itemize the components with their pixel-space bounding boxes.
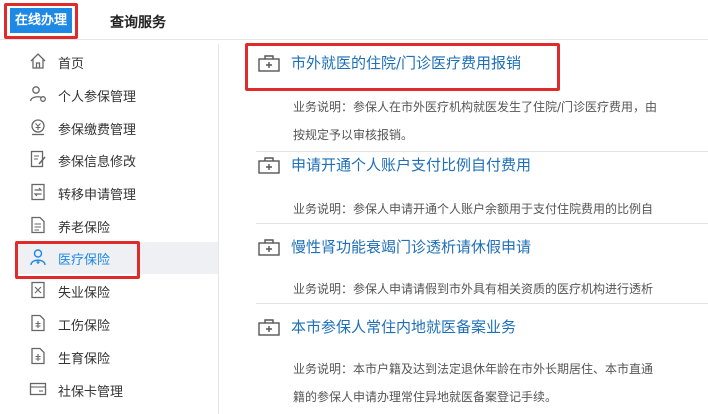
sidebar-item-transfer[interactable]: 转移申请管理 — [16, 177, 218, 209]
medical-kit-icon — [258, 319, 280, 336]
sidebar-item-label: 工伤保险 — [58, 319, 111, 334]
transfer-icon — [31, 183, 45, 201]
sidebar-item-info-edit[interactable]: 参保信息修改 — [16, 144, 218, 176]
payment-icon — [31, 119, 45, 136]
document-icon — [31, 216, 45, 234]
tab-query-service[interactable]: 查询服务 — [110, 12, 166, 32]
sidebar-item-label: 转移申请管理 — [58, 188, 137, 203]
card-icon — [29, 382, 47, 396]
service-description: 业务说明：本市户籍及达到法定退休年龄在市外长期居住、本市直通 — [293, 362, 654, 376]
medical-kit-icon — [258, 239, 280, 256]
service-description: 业务说明：参保人在市外医疗机构就医发生了住院/门诊医疗费用，由 — [293, 100, 658, 114]
sidebar-item-unemployment[interactable]: 失业保险 — [16, 275, 218, 307]
sidebar-item-label: 养老保险 — [58, 221, 111, 236]
sidebar-item-label: 参保缴费管理 — [58, 123, 137, 138]
sidebar-item-label: 参保信息修改 — [58, 155, 137, 170]
sidebar-item-personal-insurance[interactable]: 个人参保管理 — [16, 79, 218, 111]
edit-document-icon — [30, 150, 46, 168]
service-title[interactable]: 本市参保人常住内地就医备案业务 — [291, 316, 516, 337]
sidebar: 首页 个人参保管理 参保缴费管理 参保信息修改 转移申请管理 养老保险 医疗保险… — [16, 44, 219, 414]
sidebar-item-home[interactable]: 首页 — [16, 46, 218, 78]
home-icon — [30, 53, 46, 69]
service-title[interactable]: 慢性肾功能衰竭门诊透析请休假申请 — [291, 236, 531, 257]
maternity-icon — [31, 347, 45, 365]
sidebar-item-social-card[interactable]: 社保卡管理 — [16, 374, 218, 406]
highlight-box-service — [245, 43, 560, 91]
sidebar-item-label: 首页 — [58, 57, 85, 72]
person-gear-icon — [29, 86, 46, 102]
service-description: 业务说明：参保人申请请假到市外具有相关资质的医疗机构进行透析 — [293, 282, 654, 296]
service-description: 业务说明：参保人申请开通个人账户余额用于支付住院费用的比例自 — [293, 202, 654, 216]
service-item: 本市参保人常住内地就医备案业务 业务说明：本市户籍及达到法定退休年龄在市外长期居… — [246, 304, 708, 414]
injury-icon — [31, 314, 45, 332]
sidebar-item-label: 生育保险 — [58, 352, 111, 367]
sidebar-item-label: 失业保险 — [58, 286, 111, 301]
service-title[interactable]: 申请开通个人账户支付比例自付费用 — [291, 154, 531, 175]
sidebar-item-pension[interactable]: 养老保险 — [16, 210, 218, 242]
highlight-box-tab — [4, 3, 78, 39]
top-tab-bar: 在线办理 查询服务 — [0, 0, 708, 40]
sidebar-item-payment[interactable]: 参保缴费管理 — [16, 112, 218, 144]
service-description: 籍的参保人申请办理常住异地就医备案登记手续。 — [293, 390, 558, 404]
sidebar-item-work-injury[interactable]: 工伤保险 — [16, 308, 218, 340]
unemployment-icon — [31, 281, 45, 299]
highlight-box-medical — [15, 241, 140, 279]
service-list: 市外就医的住院/门诊医疗费用报销 业务说明：参保人在市外医疗机构就医发生了住院/… — [246, 40, 708, 414]
service-item: 申请开通个人账户支付比例自付费用 业务说明：参保人申请开通个人账户余额用于支付住… — [246, 142, 708, 224]
sidebar-item-maternity[interactable]: 生育保险 — [16, 341, 218, 373]
sidebar-item-label: 个人参保管理 — [58, 90, 137, 105]
service-description: 按规定予以审核报销。 — [293, 128, 414, 142]
sidebar-item-label: 社保卡管理 — [58, 385, 124, 400]
service-item: 慢性肾功能衰竭门诊透析请休假申请 业务说明：参保人申请请假到市外具有相关资质的医… — [246, 224, 708, 304]
medical-kit-icon — [258, 157, 280, 174]
